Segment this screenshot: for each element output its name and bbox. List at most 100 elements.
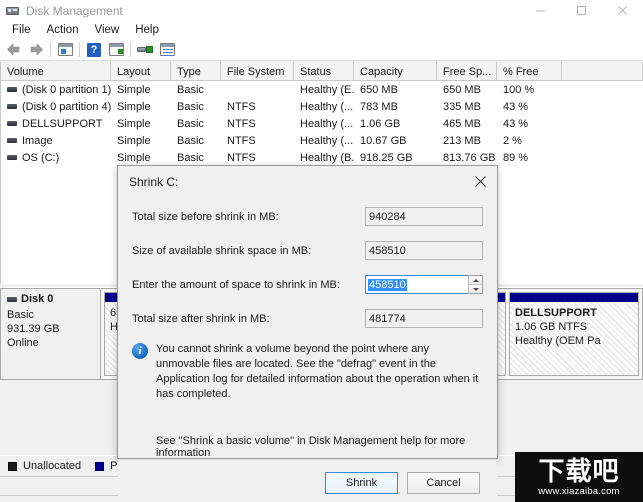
back-arrow-icon[interactable]: [3, 40, 25, 60]
disk-info-panel[interactable]: Disk 0 Basic 931.39 GB Online: [0, 288, 100, 380]
watermark-url: www.xiazaiba.com: [538, 485, 620, 497]
shrink-dialog: Shrink C: Total size before shrink in MB…: [117, 165, 498, 502]
column-header-status[interactable]: Status: [294, 62, 354, 81]
volume-list-rows: (Disk 0 partition 1) Simple Basic Health…: [1, 81, 643, 166]
column-header-capacity[interactable]: Capacity: [354, 62, 437, 81]
cell-volume-label: (Disk 0 partition 1): [22, 83, 111, 96]
table-row[interactable]: (Disk 0 partition 4) Simple Basic NTFS H…: [1, 98, 643, 115]
forward-arrow-icon[interactable]: [25, 40, 47, 60]
info-icon: i: [132, 343, 148, 359]
cell-free-space: 813.76 GB: [443, 151, 496, 164]
spinner-down-icon[interactable]: [469, 285, 482, 293]
shrink-amount-stepper[interactable]: 458510: [365, 275, 483, 294]
cell-capacity: 10.67 GB: [360, 134, 407, 147]
volume-icon: [7, 155, 17, 160]
menu-view[interactable]: View: [87, 22, 128, 38]
cell-layout: Simple: [117, 83, 151, 96]
spinner-buttons: [468, 275, 483, 294]
volume-list-header: Volume Layout Type File System Status Ca…: [1, 62, 643, 81]
partition-line2: Healthy (OEM Pa: [515, 335, 601, 347]
cell-volume: (Disk 0 partition 1): [1, 81, 111, 98]
table-row[interactable]: (Disk 0 partition 1) Simple Basic Health…: [1, 81, 643, 98]
minimize-button[interactable]: [520, 0, 561, 21]
maximize-button[interactable]: [561, 0, 602, 21]
cancel-button[interactable]: Cancel: [407, 472, 480, 494]
spinner-up-icon[interactable]: [469, 276, 482, 285]
partition-name: DELLSUPPORT: [515, 307, 597, 319]
volume-icon: [7, 87, 17, 92]
cell-file-system: NTFS: [227, 117, 256, 130]
value-total-size-before: 940284: [365, 207, 483, 226]
column-header-free-space[interactable]: Free Sp...: [437, 62, 497, 81]
table-row[interactable]: Image Simple Basic NTFS Healthy (... 10.…: [1, 132, 643, 149]
close-button[interactable]: [602, 0, 643, 21]
cell-status: Healthy (E...: [300, 83, 354, 96]
show-hide-action-pane-icon[interactable]: [105, 40, 127, 60]
cell-file-system: NTFS: [227, 134, 256, 147]
menu-bar: File Action View Help: [0, 21, 643, 39]
cell-file-system: NTFS: [227, 151, 256, 164]
watermark: 下载吧 www.xiazaiba.com: [515, 452, 643, 502]
toolbar-separator-3: [130, 42, 131, 57]
cell-volume-label: Image: [22, 134, 53, 147]
cell-layout: Simple: [117, 151, 151, 164]
cell-volume: Image: [1, 132, 111, 149]
cell-status: Healthy (...: [300, 100, 354, 113]
partition-line1: 1.06 GB NTFS: [515, 321, 588, 333]
dialog-body: Total size before shrink in MB: 940284 S…: [118, 197, 497, 459]
cell-file-system: NTFS: [227, 100, 256, 113]
menu-file[interactable]: File: [4, 22, 39, 38]
shrink-amount-input[interactable]: 458510: [365, 275, 468, 294]
title-bar: Disk Management: [0, 0, 643, 21]
column-header-percent-free[interactable]: % Free: [497, 62, 562, 81]
value-available-shrink-space: 458510: [365, 241, 483, 260]
cell-free-space: 465 MB: [443, 117, 481, 130]
field-row-total-after: Total size after shrink in MB: 481774: [132, 308, 483, 329]
close-icon[interactable]: [463, 168, 497, 196]
help-reference-text: See "Shrink a basic volume" in Disk Mana…: [156, 435, 466, 459]
shrink-button[interactable]: Shrink: [325, 472, 398, 494]
volume-icon: [7, 138, 17, 143]
cell-capacity: 783 MB: [360, 100, 398, 113]
dialog-footer: Shrink Cancel: [118, 459, 497, 502]
show-hide-console-tree-icon[interactable]: [54, 40, 76, 60]
cell-type: Basic: [177, 134, 204, 147]
label-total-size-before: Total size before shrink in MB:: [132, 210, 279, 223]
field-row-shrink-amount: Enter the amount of space to shrink in M…: [132, 274, 483, 295]
volume-icon: [7, 104, 17, 109]
column-header-type[interactable]: Type: [171, 62, 221, 81]
volume-icon: [7, 121, 17, 126]
cell-layout: Simple: [117, 117, 151, 130]
cell-type: Basic: [177, 151, 204, 164]
disk-type-label: Basic: [7, 309, 34, 321]
column-header-file-system[interactable]: File System: [221, 62, 294, 81]
cell-capacity: 650 MB: [360, 83, 398, 96]
column-header-spacer: [562, 62, 643, 81]
help-icon[interactable]: ?: [83, 40, 105, 60]
properties-icon[interactable]: [156, 40, 178, 60]
info-note-text: You cannot shrink a volume beyond the po…: [156, 343, 479, 400]
field-row-total-before: Total size before shrink in MB: 940284: [132, 206, 483, 227]
menu-action[interactable]: Action: [39, 22, 87, 38]
legend-swatch-primary-partition: [95, 461, 105, 471]
info-note: i You cannot shrink a volume beyond the …: [132, 342, 483, 402]
cell-percent-free: 100 %: [503, 83, 535, 96]
cell-free-space: 213 MB: [443, 134, 481, 147]
menu-help[interactable]: Help: [127, 22, 167, 38]
column-header-volume[interactable]: Volume: [1, 62, 111, 81]
cell-status: Healthy (...: [300, 117, 354, 130]
table-row[interactable]: OS (C:) Simple Basic NTFS Healthy (B... …: [1, 149, 643, 166]
table-row[interactable]: DELLSUPPORT Simple Basic NTFS Healthy (.…: [1, 115, 643, 132]
cell-volume: (Disk 0 partition 4): [1, 98, 111, 115]
partition-body: DELLSUPPORT 1.06 GB NTFS Healthy (OEM Pa: [510, 302, 638, 375]
cell-percent-free: 43 %: [503, 100, 529, 113]
partition-block[interactable]: DELLSUPPORT 1.06 GB NTFS Healthy (OEM Pa: [509, 292, 639, 376]
cell-percent-free: 89 %: [503, 151, 529, 164]
window-title: Disk Management: [26, 3, 123, 18]
cell-volume: OS (C:): [1, 149, 111, 166]
cell-percent-free: 2 %: [503, 134, 522, 147]
column-header-layout[interactable]: Layout: [111, 62, 171, 81]
cell-file-system: [221, 81, 294, 98]
cell-type: Basic: [177, 100, 204, 113]
rescan-disks-icon[interactable]: [134, 40, 156, 60]
